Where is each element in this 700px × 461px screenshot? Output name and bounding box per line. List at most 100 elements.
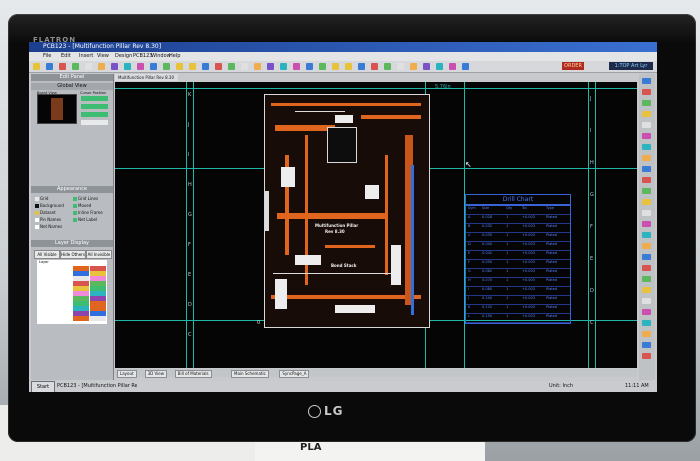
cursor-x-field[interactable] <box>81 96 108 101</box>
toolbar-tool-icon[interactable] <box>215 63 222 70</box>
side-tool-icon[interactable] <box>642 78 651 84</box>
side-tool-icon[interactable] <box>642 100 651 106</box>
side-tool-icon[interactable] <box>642 298 651 304</box>
sheet-tab[interactable]: Bill of Materials <box>174 370 212 378</box>
side-tool-icon[interactable] <box>642 144 651 150</box>
side-tool-icon[interactable] <box>642 342 651 348</box>
side-tool-icon[interactable] <box>642 320 651 326</box>
side-tool-icon[interactable] <box>642 331 651 337</box>
design-canvas[interactable]: 5.76in KJIHGFEDC JIHGFEDC Multifunction … <box>115 82 637 368</box>
layer-tab[interactable]: All Visible <box>34 250 60 259</box>
appearance-item[interactable]: Moved <box>73 203 91 208</box>
toolbar-tool-icon[interactable] <box>449 63 456 70</box>
toolbar-tool-icon[interactable] <box>228 63 235 70</box>
cursor-grid-field[interactable] <box>81 112 108 117</box>
layer-color[interactable] <box>73 316 89 321</box>
appearance-item[interactable]: Grid Lines <box>73 196 98 201</box>
toolbar-tool-icon[interactable] <box>345 63 352 70</box>
toolbar-tool-icon[interactable] <box>280 63 287 70</box>
side-tool-icon[interactable] <box>642 89 651 95</box>
side-tool-icon[interactable] <box>642 122 651 128</box>
pcb-board[interactable]: Multifunction Pillar Rev 8.30 Bond Stack <box>264 94 430 328</box>
side-tool-icon[interactable] <box>642 210 651 216</box>
appearance-item[interactable]: Pin Names <box>35 217 61 222</box>
toolbar-tool-icon[interactable] <box>293 63 300 70</box>
toolbar-tool-icon[interactable] <box>436 63 443 70</box>
side-tool-icon[interactable] <box>642 177 651 183</box>
toolbar-tool-icon[interactable] <box>72 63 79 70</box>
side-tool-icon[interactable] <box>642 188 651 194</box>
sheet-tab[interactable]: Layout <box>117 370 137 378</box>
toolbar-tool-icon[interactable] <box>111 63 118 70</box>
toolbar-tool-icon[interactable] <box>241 63 248 70</box>
toolbar-tool-icon[interactable] <box>332 63 339 70</box>
side-tool-icon[interactable] <box>642 199 651 205</box>
toolbar-tool-icon[interactable] <box>59 63 66 70</box>
cursor-y-field[interactable] <box>81 104 108 109</box>
side-tool-icon[interactable] <box>642 353 651 359</box>
menu-item-edit[interactable]: Edit <box>61 53 71 59</box>
sheet-tab[interactable]: SyncPage_A <box>279 370 310 378</box>
menu-item-window[interactable]: Window <box>151 53 171 59</box>
side-tool-icon[interactable] <box>642 221 651 227</box>
side-tool-icon[interactable] <box>642 243 651 249</box>
toolbar-tool-icon[interactable] <box>137 63 144 70</box>
document-tab[interactable]: Multifunction Pillar Rev 8.30 <box>115 74 178 81</box>
appearance-item[interactable]: Grid <box>35 196 48 201</box>
sheet-tab[interactable]: 3D View <box>144 370 167 378</box>
menu-item-insert[interactable]: Insert <box>79 53 93 59</box>
toolbar-tool-icon[interactable] <box>33 63 40 70</box>
toolbar-tool-icon[interactable] <box>358 63 365 70</box>
side-tool-icon[interactable] <box>642 133 651 139</box>
toolbar-tool-icon[interactable] <box>254 63 261 70</box>
toolbar-tool-icon[interactable] <box>371 63 378 70</box>
menu-item-view[interactable]: View <box>97 53 109 59</box>
toolbar-tool-icon[interactable] <box>189 63 196 70</box>
toolbar-tool-icon[interactable] <box>85 63 92 70</box>
toolbar-tool-icon[interactable] <box>306 63 313 70</box>
side-tool-icon[interactable] <box>642 276 651 282</box>
units-select[interactable] <box>81 120 108 125</box>
start-button[interactable]: Start <box>31 381 55 392</box>
appearance-item[interactable]: Inline Frame <box>73 210 103 215</box>
menu-item-pcb123[interactable]: PCB123 <box>133 53 152 59</box>
board-thumbnail[interactable] <box>37 94 77 124</box>
taskbar-window[interactable]: PCB123 - [Multifunction Pillar Rev 8.30] <box>57 383 137 389</box>
appearance-item[interactable]: Net Label <box>73 217 97 222</box>
menu-item-help[interactable]: Help <box>169 53 180 59</box>
order-button[interactable]: ORDER <box>562 62 584 70</box>
toolbar-tool-icon[interactable] <box>124 63 131 70</box>
toolbar-tool-icon[interactable] <box>176 63 183 70</box>
appearance-item[interactable]: Net Names <box>35 224 62 229</box>
layer-row[interactable] <box>37 316 107 321</box>
side-tool-icon[interactable] <box>642 166 651 172</box>
side-tool-icon[interactable] <box>642 265 651 271</box>
side-tool-icon[interactable] <box>642 232 651 238</box>
toolbar-tool-icon[interactable] <box>462 63 469 70</box>
toolbar-tool-icon[interactable] <box>150 63 157 70</box>
side-tool-icon[interactable] <box>642 111 651 117</box>
side-tool-icon[interactable] <box>642 254 651 260</box>
toolbar-tool-icon[interactable] <box>319 63 326 70</box>
appearance-item[interactable]: Background <box>35 203 64 208</box>
toolbar-tool-icon[interactable] <box>202 63 209 70</box>
menu-item-design[interactable]: Design <box>115 53 132 59</box>
side-tool-icon[interactable] <box>642 155 651 161</box>
side-tool-icon[interactable] <box>642 309 651 315</box>
layer-tab[interactable]: Hide Others <box>60 250 86 259</box>
toolbar-tool-icon[interactable] <box>397 63 404 70</box>
layer-color[interactable] <box>90 316 106 321</box>
appearance-item[interactable]: Dataset <box>35 210 56 215</box>
toolbar-tool-icon[interactable] <box>267 63 274 70</box>
toolbar-tool-icon[interactable] <box>384 63 391 70</box>
side-tool-icon[interactable] <box>642 287 651 293</box>
toolbar-tool-icon[interactable] <box>46 63 53 70</box>
toolbar-tool-icon[interactable] <box>163 63 170 70</box>
menu-item-file[interactable]: File <box>43 53 51 59</box>
toolbar-tool-icon[interactable] <box>410 63 417 70</box>
toolbar-tool-icon[interactable] <box>98 63 105 70</box>
layer-tab[interactable]: All Invisible <box>86 250 112 259</box>
layer-select[interactable]: 1:TOP Art Lyr <box>609 62 653 70</box>
sheet-tab[interactable]: Main Schematic <box>231 370 269 378</box>
toolbar-tool-icon[interactable] <box>423 63 430 70</box>
